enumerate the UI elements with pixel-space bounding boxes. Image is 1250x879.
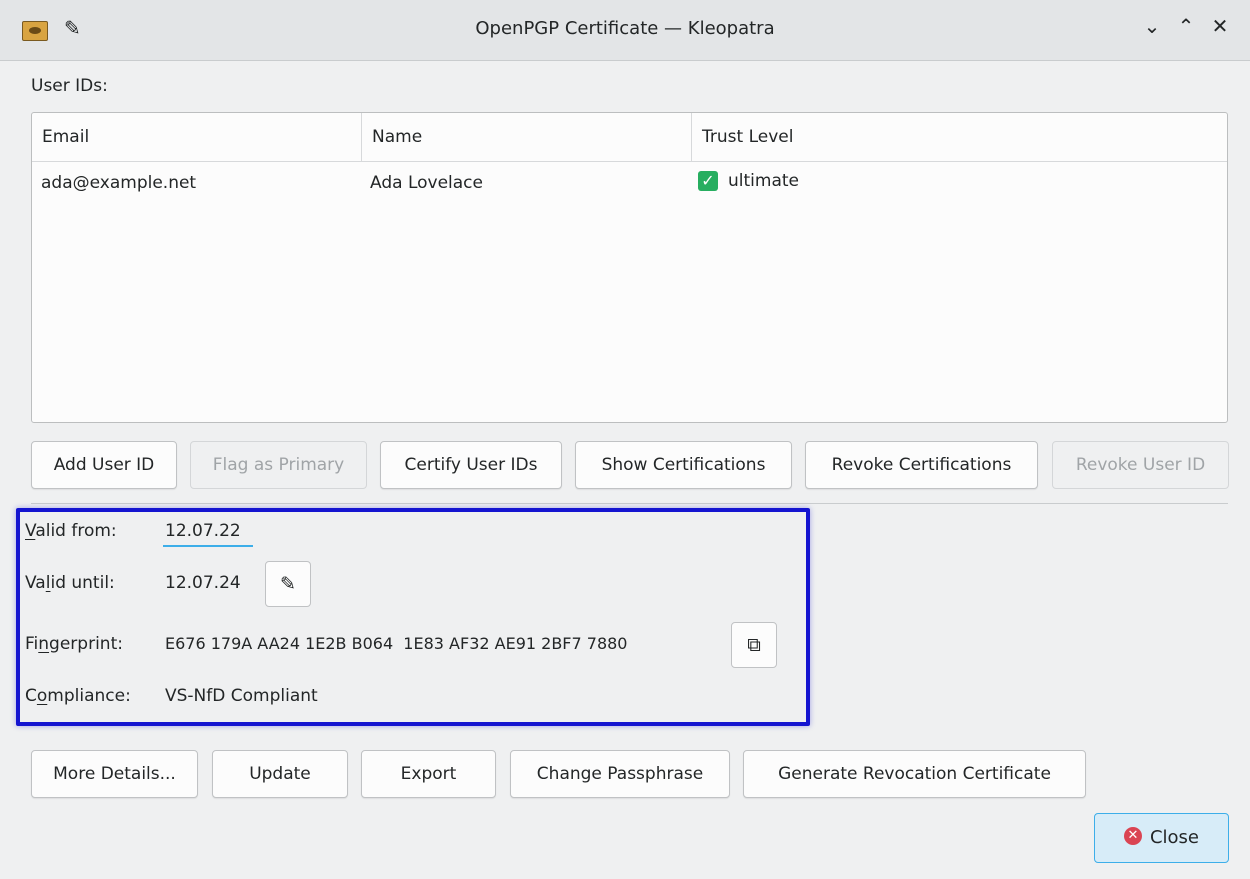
update-button[interactable]: Update [212, 750, 348, 798]
row-trust-label: ultimate [728, 171, 799, 191]
row-name: Ada Lovelace [370, 173, 483, 193]
trust-check-icon: ✓ [698, 171, 718, 191]
close-window-button[interactable]: ✕ [1206, 14, 1234, 38]
close-button[interactable]: ✕ Close [1094, 813, 1229, 863]
title-bar: ✎ OpenPGP Certificate — Kleopatra ⌄ ⌃ ✕ [0, 0, 1250, 61]
separator [31, 503, 1228, 504]
column-header-email[interactable]: Email [32, 113, 361, 161]
close-button-label: Close [1149, 827, 1200, 848]
column-header-name[interactable]: Name [361, 113, 691, 161]
table-header: Email Name Trust Level [32, 113, 1227, 162]
column-header-trust-level[interactable]: Trust Level [691, 113, 1227, 161]
minimize-button[interactable]: ⌄ [1138, 14, 1166, 38]
highlight-frame [16, 508, 810, 726]
certify-user-ids-button[interactable]: Certify User IDs [380, 441, 562, 489]
revoke-certifications-button[interactable]: Revoke Certifications [805, 441, 1038, 489]
close-icon: ✕ [1123, 827, 1142, 845]
user-ids-label: User IDs: [31, 76, 108, 96]
generate-revocation-certificate-button[interactable]: Generate Revocation Certificate [743, 750, 1086, 798]
show-certifications-button[interactable]: Show Certifications [575, 441, 792, 489]
export-button[interactable]: Export [361, 750, 496, 798]
more-details-button[interactable]: More Details... [31, 750, 198, 798]
revoke-user-id-button[interactable]: Revoke User ID [1052, 441, 1229, 489]
row-trust: ✓ ultimate [698, 171, 799, 191]
window-title: OpenPGP Certificate — Kleopatra [475, 18, 775, 39]
user-ids-table[interactable]: Email Name Trust Level ada@example.net A… [31, 112, 1228, 423]
flag-as-primary-button[interactable]: Flag as Primary [190, 441, 367, 489]
add-user-id-button[interactable]: Add User ID [31, 441, 177, 489]
change-passphrase-button[interactable]: Change Passphrase [510, 750, 730, 798]
row-email: ada@example.net [41, 173, 197, 193]
maximize-button[interactable]: ⌃ [1172, 14, 1200, 38]
